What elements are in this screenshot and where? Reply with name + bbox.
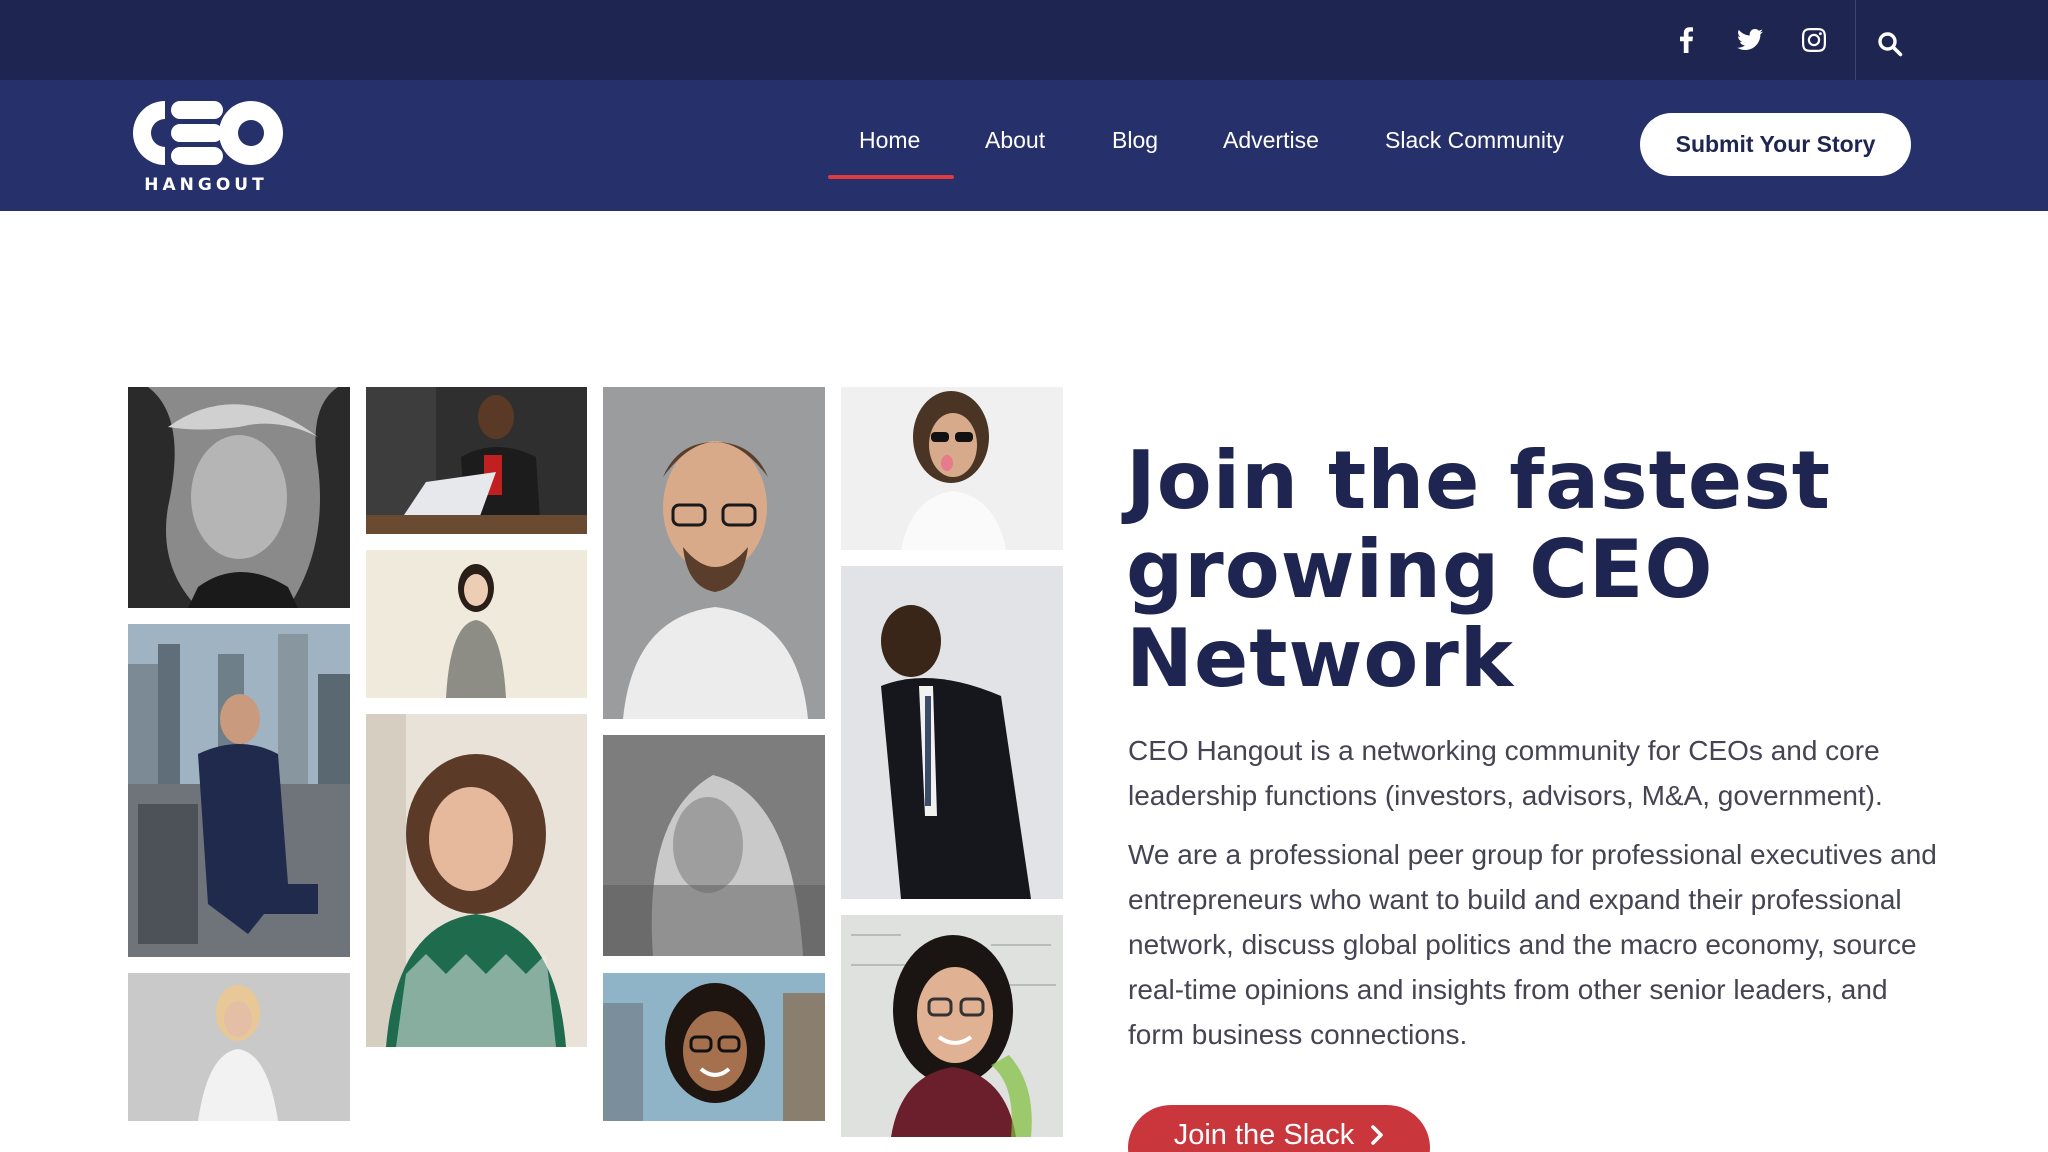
photo-man-suit-rooftop: [128, 624, 350, 957]
twitter-icon[interactable]: [1732, 22, 1768, 58]
hero-title: Join the fastest growing CEO Network: [1126, 434, 1832, 705]
nav-blog[interactable]: Blog: [1112, 110, 1158, 170]
join-slack-button[interactable]: Join the Slack: [1128, 1105, 1430, 1152]
photo-woman-glasses-smiling: [841, 915, 1063, 1137]
photo-bw-woman-blonde: [603, 735, 825, 956]
photo-bw-man-long-hair: [128, 387, 350, 608]
nav-home[interactable]: Home: [859, 110, 920, 170]
instagram-icon[interactable]: [1796, 22, 1832, 58]
hero-paragraph-2: We are a professional peer group for pro…: [1128, 839, 1937, 1050]
nav-advertise[interactable]: Advertise: [1223, 110, 1319, 170]
topbar-divider: [1855, 0, 1856, 80]
photo-woman-glasses-street: [603, 973, 825, 1121]
active-nav-indicator: [828, 175, 954, 179]
photo-woman-phone: [366, 550, 587, 698]
site-logo[interactable]: HANGOUT: [127, 95, 287, 197]
search-icon[interactable]: [1870, 24, 1910, 64]
join-slack-label: Join the Slack: [1173, 1118, 1355, 1151]
logo-subtitle: HANGOUT: [144, 175, 268, 195]
nav-slack-community[interactable]: Slack Community: [1385, 110, 1564, 170]
photo-man-glasses: [603, 387, 825, 719]
top-bar: [0, 0, 2048, 80]
photo-blonde-woman-white-shirt: [128, 973, 350, 1121]
ceo-logo-mark: [133, 101, 283, 165]
photo-man-laptop: [366, 387, 587, 534]
hero-paragraph-1: CEO Hangout is a networking community fo…: [1128, 735, 1883, 811]
chevron-right-icon: [1371, 1125, 1384, 1145]
photo-man-dark-suit: [841, 566, 1063, 899]
photo-man-sunglasses-tongue: [841, 387, 1063, 550]
photo-smiling-woman-curly-hair: [366, 714, 587, 1047]
nav-about[interactable]: About: [985, 110, 1045, 170]
submit-story-button[interactable]: Submit Your Story: [1640, 113, 1911, 176]
facebook-icon[interactable]: [1668, 22, 1704, 58]
